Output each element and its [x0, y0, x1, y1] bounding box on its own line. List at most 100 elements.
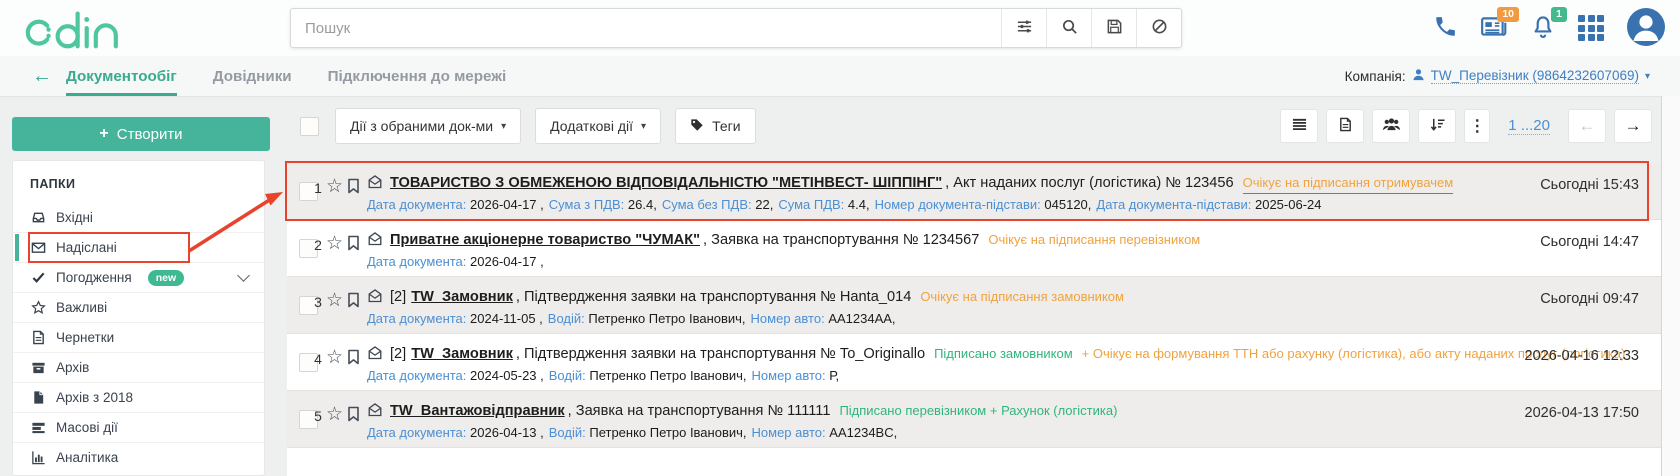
bookmark-icon[interactable]	[347, 406, 360, 427]
chevron-down-icon[interactable]	[237, 269, 250, 282]
tab-network[interactable]: Підключення до мережі	[328, 56, 507, 96]
meta-value: 045120,	[1044, 197, 1091, 212]
meta-value: 2024-05-23 ,	[470, 368, 544, 383]
notifications-count-badge: 1	[1551, 7, 1567, 23]
meta-label: Номер авто:	[752, 368, 826, 383]
bookmark-icon[interactable]	[347, 349, 360, 370]
select-all-checkbox[interactable]	[300, 117, 319, 136]
back-button[interactable]	[26, 56, 58, 96]
favorite-star-icon[interactable]	[326, 289, 343, 312]
sidebar-item-vazhlyvi[interactable]: Важливі	[13, 292, 264, 322]
sidebar-item-pogodzhennya[interactable]: Погодження new	[13, 262, 264, 292]
document-row[interactable]: 4[2]TW_Замовник, Підтвердження заявки на…	[287, 334, 1661, 391]
search-filters-button[interactable]	[1001, 9, 1046, 47]
counterparties-button[interactable]	[1372, 109, 1410, 143]
more-options-button[interactable]	[1464, 109, 1490, 143]
sidebar-item-vhidni[interactable]: Вхідні	[13, 203, 264, 232]
extra-actions-label: Додаткові дії	[550, 118, 633, 134]
meta-value: 2026-04-13 ,	[470, 425, 544, 440]
favorite-star-icon[interactable]	[326, 232, 343, 255]
search-input[interactable]	[291, 9, 1001, 47]
document-row[interactable]: 3[2]TW_Замовник, Підтвердження заявки на…	[287, 277, 1661, 334]
meta-label: Сума ПДВ:	[778, 197, 844, 212]
meta-label: Водій:	[548, 311, 585, 326]
bookmark-icon[interactable]	[347, 178, 360, 199]
clear-search-button[interactable]	[1136, 9, 1181, 47]
search-button[interactable]	[1046, 9, 1091, 47]
user-icon	[1412, 68, 1425, 84]
tab-directories[interactable]: Довідники	[213, 56, 292, 96]
next-page-button[interactable]	[1614, 109, 1652, 143]
favorite-star-icon[interactable]	[326, 175, 343, 198]
meta-value: AA1234BC,	[829, 425, 897, 440]
meta-label: Дата документа-підстави:	[1096, 197, 1251, 212]
pagination-link[interactable]: 1 ...20	[1508, 117, 1550, 135]
file-icon	[30, 390, 46, 405]
company-label: Компанія:	[1345, 69, 1406, 84]
company-link[interactable]: TW_Вантажовідправник	[390, 403, 565, 419]
document-date: Сьогодні 09:47	[1540, 291, 1639, 307]
tab-documents[interactable]: Документообіг	[66, 56, 177, 96]
favorite-star-icon[interactable]	[326, 403, 343, 426]
envelope-doc-icon	[367, 402, 383, 422]
folders-title: ПАПКИ	[13, 161, 264, 203]
sidebar-item-label: Архів з 2018	[56, 390, 133, 405]
company-name-link[interactable]: TW_Перевізник (9864232607069)	[1431, 68, 1639, 84]
document-view-button[interactable]	[1326, 109, 1364, 143]
partial-next-row	[287, 448, 1661, 476]
document-row[interactable]: 2 Приватне акціонерне товариство "ЧУМАК",…	[287, 220, 1661, 277]
sidebar-item-chernetky[interactable]: Чернетки	[13, 322, 264, 352]
avatar	[1626, 7, 1666, 50]
company-link[interactable]: TW_Замовник	[411, 346, 513, 362]
archive-icon	[30, 360, 46, 375]
selected-actions-dropdown[interactable]: Дії з обраними док-ми	[335, 108, 521, 144]
profile-button[interactable]	[1626, 7, 1666, 50]
document-row[interactable]: 5TW_Вантажовідправник, Заявка на транспо…	[287, 391, 1661, 448]
tags-button[interactable]: Теги	[675, 108, 755, 144]
sidebar-item-masovi[interactable]: Масові дії	[13, 412, 264, 442]
sidebar-item-nadislani[interactable]: Надіслані	[13, 232, 264, 262]
status-badge: Очікує на підписання отримувачем	[1243, 175, 1454, 194]
sidebar-item-arhiv[interactable]: Архів	[13, 352, 264, 382]
bookmark-icon[interactable]	[347, 292, 360, 313]
sidebar-item-analityka[interactable]: Аналітика	[13, 442, 264, 472]
company-link[interactable]: TW_Замовник	[411, 289, 513, 305]
row-number: 2	[311, 237, 325, 253]
news-button[interactable]: 10	[1480, 14, 1508, 43]
meta-label: Дата документа:	[367, 197, 466, 212]
favorite-star-icon[interactable]	[326, 346, 343, 369]
sidebar-item-label: Погодження	[56, 270, 132, 285]
notifications-button[interactable]: 1	[1530, 14, 1556, 43]
company-selector[interactable]: Компанія: TW_Перевізник (9864232607069)	[1345, 56, 1650, 96]
document-date: Сьогодні 14:47	[1540, 234, 1639, 250]
caret-down-icon	[501, 121, 506, 132]
phone-button[interactable]	[1433, 14, 1458, 42]
list-view-button[interactable]	[1280, 109, 1318, 143]
status-badge: Підписано перевізником + Рахунок (логіст…	[839, 403, 1117, 418]
document-date: 2026-04-13 17:50	[1525, 405, 1640, 421]
bookmark-icon[interactable]	[347, 235, 360, 256]
meta-label: Номер авто:	[752, 425, 826, 440]
create-button[interactable]: Створити	[12, 117, 270, 151]
sort-button[interactable]	[1418, 109, 1456, 143]
edin-logo[interactable]	[18, 9, 130, 49]
meta-value: 26.4,	[628, 197, 657, 212]
extra-actions-dropdown[interactable]: Додаткові дії	[535, 108, 661, 144]
document-date: Сьогодні 15:43	[1540, 177, 1639, 193]
sidebar-item-arhiv2018[interactable]: Архів з 2018	[13, 382, 264, 412]
sidebar-item-label: Надіслані	[56, 240, 117, 255]
search-icon	[1061, 18, 1078, 38]
document-title: , Заявка на транспортування № 1234567	[703, 232, 979, 248]
tags-label: Теги	[712, 118, 740, 134]
linked-count: [2]	[390, 346, 406, 362]
prev-page-button[interactable]	[1568, 109, 1606, 143]
meta-value: Петренко Петро Іванович,	[589, 368, 746, 383]
company-link[interactable]: ТОВАРИСТВО З ОБМЕЖЕНОЮ ВІДПОВІДАЛЬНІСТЮ …	[390, 175, 942, 191]
scrollbar[interactable]	[1661, 96, 1680, 476]
new-badge: new	[148, 270, 184, 286]
document-row[interactable]: 1ТОВАРИСТВО З ОБМЕЖЕНОЮ ВІДПОВІДАЛЬНІСТЮ…	[287, 163, 1661, 220]
company-link[interactable]: Приватне акціонерне товариство "ЧУМАК"	[390, 232, 700, 248]
sidebar-item-label: Масові дії	[56, 420, 118, 435]
save-search-button[interactable]	[1091, 9, 1136, 47]
apps-button[interactable]	[1578, 15, 1604, 41]
